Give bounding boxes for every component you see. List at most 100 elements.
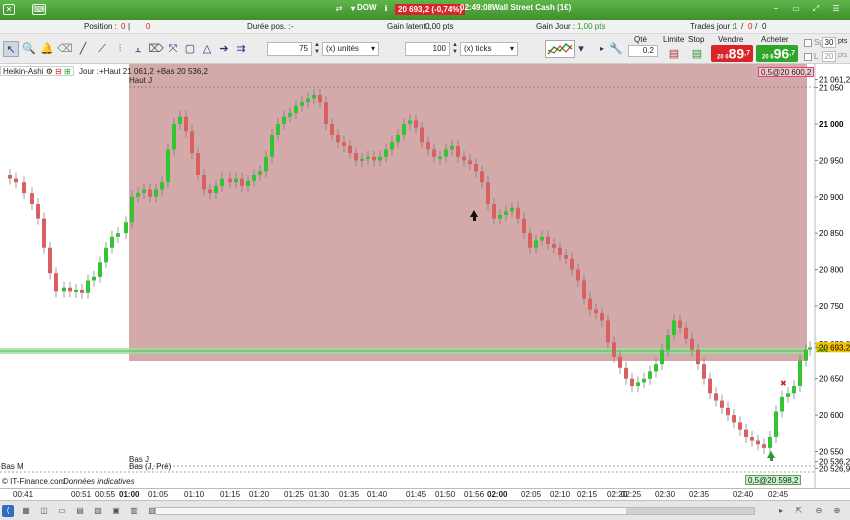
candle-body bbox=[288, 113, 292, 117]
l-checkbox[interactable]: L bbox=[804, 52, 818, 61]
document-icon[interactable]: ▤ bbox=[74, 505, 86, 517]
rectangle-icon[interactable]: ▢ bbox=[182, 41, 198, 57]
chart-type-dropdown-icon[interactable]: ▾ bbox=[577, 41, 585, 57]
vertical-line-icon[interactable]: ⫶ bbox=[112, 41, 128, 57]
line-tool-icon[interactable]: ╱ bbox=[75, 41, 91, 57]
candle-body bbox=[678, 320, 682, 328]
qte-label: Qté bbox=[634, 35, 647, 44]
candle-body bbox=[480, 171, 484, 183]
candle-body bbox=[234, 178, 238, 183]
calendar-icon[interactable]: ▣ bbox=[110, 505, 122, 517]
grid-icon[interactable]: ▦ bbox=[20, 505, 32, 517]
qty2-unit-select[interactable]: (x) ticks ▾ bbox=[460, 42, 518, 56]
zoom-out-icon[interactable]: ⊖ bbox=[813, 505, 825, 517]
candle-body bbox=[522, 218, 526, 234]
qty1-stepper-icon[interactable]: ▲ ▼ bbox=[313, 42, 321, 56]
scrollbar-thumb[interactable] bbox=[626, 508, 754, 514]
chart-canvas[interactable]: 21 061,221 05021 00020 95020 90020 85020… bbox=[0, 64, 850, 488]
candle-body bbox=[684, 327, 688, 339]
buy-button[interactable]: 20 696,7 bbox=[756, 45, 798, 62]
qty1-unit-value: (x) unités bbox=[326, 44, 359, 53]
candle-body bbox=[660, 349, 664, 365]
chart-type-icon[interactable] bbox=[545, 40, 575, 58]
image-icon[interactable]: ▨ bbox=[92, 505, 104, 517]
sg-value[interactable]: 30 bbox=[822, 37, 836, 48]
arrow-tool-icon[interactable]: ➔ bbox=[216, 41, 232, 57]
qty1-input[interactable]: 75 bbox=[267, 42, 312, 56]
candle-body bbox=[184, 116, 188, 132]
price-chart[interactable]: 21 061,2 21 050 21 000 20 950 20 900 20 850 20… bbox=[0, 64, 850, 488]
qty2-input[interactable]: 100 bbox=[405, 42, 450, 56]
sg-checkbox[interactable]: Sg bbox=[804, 38, 824, 47]
cursor-icon[interactable]: ↖ bbox=[3, 41, 19, 57]
limit-order-icon[interactable]: ▤ bbox=[666, 46, 682, 62]
share-icon[interactable]: ⟨ bbox=[2, 505, 14, 517]
candle-body bbox=[348, 145, 352, 154]
zoom-in-icon[interactable]: ⊕ bbox=[831, 505, 843, 517]
link-icon[interactable]: ⇄ bbox=[333, 4, 345, 15]
copyright: © IT-Finance.com bbox=[2, 477, 66, 486]
candle-body bbox=[228, 178, 232, 183]
stop-order-icon[interactable]: ▤ bbox=[689, 46, 705, 62]
channel-icon[interactable]: ⇉ bbox=[233, 41, 249, 57]
l-value[interactable]: 20 bbox=[822, 51, 836, 62]
trades-label: Trades jour : bbox=[690, 22, 735, 31]
candle-body bbox=[270, 134, 274, 157]
fibonacci-icon[interactable]: ⤧ bbox=[165, 41, 181, 57]
sell-button[interactable]: 20 689,7 bbox=[711, 45, 753, 62]
candle-body bbox=[142, 189, 146, 194]
qte-input[interactable]: 0.2 bbox=[628, 45, 658, 57]
sg-check-box[interactable] bbox=[804, 38, 812, 47]
remove-icon[interactable]: ⊟ bbox=[55, 67, 62, 76]
candle-body bbox=[366, 156, 370, 159]
window-icon[interactable]: ▭ bbox=[56, 505, 68, 517]
triangle-icon[interactable]: △ bbox=[199, 41, 215, 57]
candle-body bbox=[116, 233, 120, 237]
symbol-name[interactable]: DOW bbox=[357, 3, 377, 12]
horizontal-scrollbar[interactable] bbox=[155, 507, 755, 515]
candle-body bbox=[636, 382, 640, 387]
delete-drawings-icon[interactable]: ⌦ bbox=[148, 41, 164, 57]
candle-body bbox=[612, 342, 616, 357]
price-axis: 21 061,221 05021 00020 95020 90020 85020… bbox=[815, 75, 850, 473]
time-tick-label: 02:40 bbox=[733, 490, 754, 499]
candle-body bbox=[54, 273, 58, 292]
l-check-box[interactable] bbox=[804, 52, 812, 61]
text-icon[interactable]: ▥ bbox=[128, 505, 140, 517]
scroll-right-icon[interactable]: ▸ bbox=[775, 505, 787, 517]
restore-icon[interactable]: ▭ bbox=[790, 4, 802, 15]
time-tick-label: 01:35 bbox=[339, 490, 360, 499]
time-tick-label: 01:05 bbox=[148, 490, 169, 499]
candle-body bbox=[372, 156, 376, 161]
settings-icon[interactable]: ⚙ bbox=[46, 67, 53, 76]
candle-body bbox=[202, 174, 206, 190]
keyboard-icon[interactable]: ⌨ bbox=[32, 4, 46, 15]
candle-body bbox=[672, 320, 676, 336]
info-icon[interactable]: ℹ bbox=[380, 4, 392, 15]
eraser-icon[interactable]: ⌫ bbox=[57, 41, 73, 57]
indicator-badge[interactable]: Heikin-Ashi ⚙ ⊟ ⊞ bbox=[0, 66, 74, 76]
close-icon[interactable]: ✕ bbox=[3, 4, 15, 15]
candle-body bbox=[104, 247, 108, 263]
candle-body bbox=[258, 171, 262, 175]
symbol-dropdown-icon[interactable]: ▾ bbox=[351, 4, 355, 13]
candle-body bbox=[172, 124, 176, 150]
sg-unit: pts bbox=[838, 38, 848, 45]
alert-bell-icon[interactable]: 🔔 bbox=[39, 41, 55, 57]
qty2-stepper-icon[interactable]: ▲ ▼ bbox=[451, 42, 459, 56]
wrench-icon[interactable]: 🔧 bbox=[608, 41, 624, 57]
minimize-icon[interactable]: − bbox=[770, 4, 782, 15]
zoom-fit-icon[interactable]: ⇱ bbox=[793, 505, 805, 517]
horizontal-line-icon[interactable]: ⫠ bbox=[130, 41, 146, 57]
maximize-icon[interactable]: ⤢ bbox=[810, 4, 822, 15]
layers-icon[interactable]: ◫ bbox=[38, 505, 50, 517]
trend-line-icon[interactable]: ⟋ bbox=[94, 41, 110, 57]
add-icon[interactable]: ⊞ bbox=[64, 67, 71, 76]
bas-j-pre-label: Bas (J, Pré) bbox=[129, 462, 172, 471]
menu-icon[interactable]: ☰ bbox=[830, 4, 842, 15]
time-tick-label: 01:25 bbox=[284, 490, 305, 499]
trades-value-1: 1 bbox=[733, 22, 738, 31]
zoom-icon[interactable]: 🔍 bbox=[21, 41, 37, 57]
qty1-unit-select[interactable]: (x) unités ▾ bbox=[322, 42, 379, 56]
green-arrow-icon bbox=[767, 451, 775, 461]
